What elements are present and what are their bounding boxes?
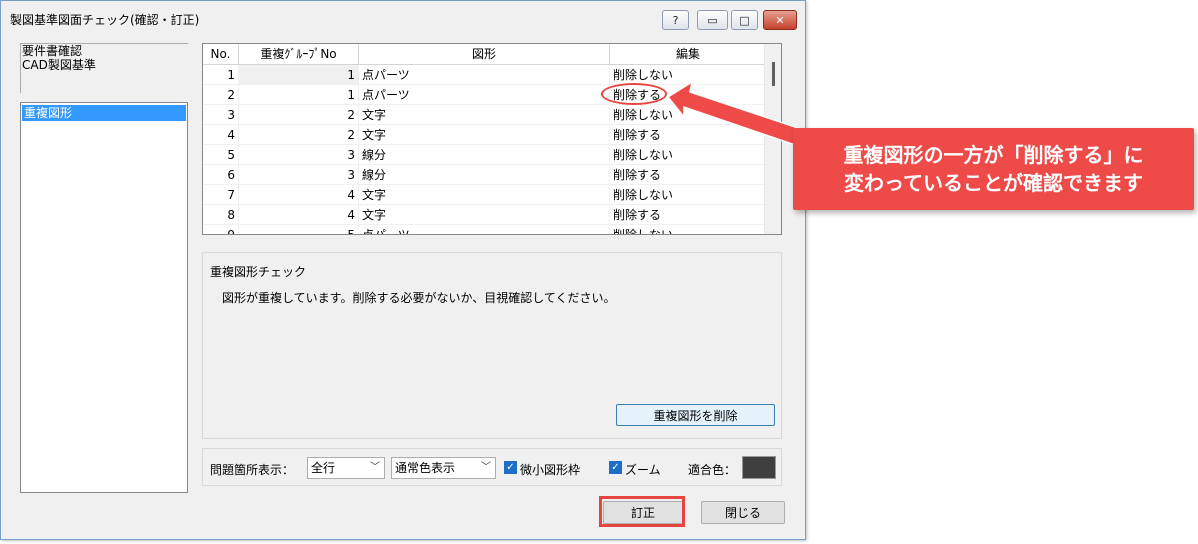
- annotation-callout: 重複図形の一方が「削除する」に 変わっていることが確認できます: [793, 128, 1194, 210]
- arrow-shape: [666, 80, 811, 149]
- callout-line-1: 重複図形の一方が「削除する」に: [843, 143, 1144, 167]
- callout-arrow: [666, 80, 811, 149]
- callout-line-2: 変わっていることが確認できます: [844, 171, 1143, 195]
